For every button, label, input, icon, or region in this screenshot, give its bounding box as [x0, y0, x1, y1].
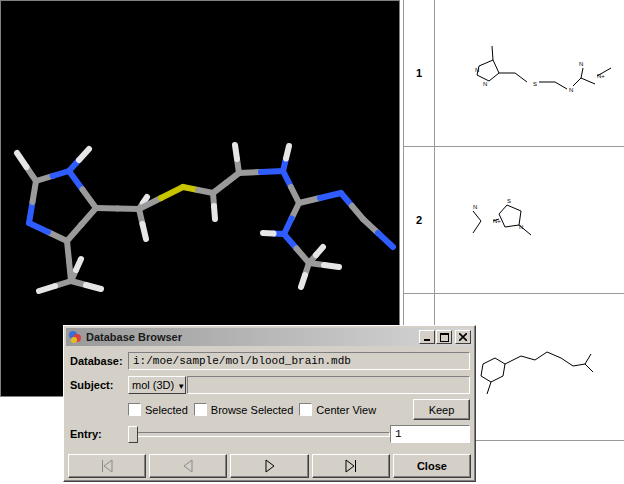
entry-slider[interactable] [128, 424, 390, 444]
title-bar[interactable]: Database Browser [66, 328, 473, 346]
close-button[interactable]: Close [393, 454, 471, 478]
close-window-button[interactable] [455, 330, 471, 344]
checkbox[interactable]: Browse Selected [194, 403, 294, 416]
next-button[interactable] [230, 454, 308, 478]
next-icon [262, 459, 278, 473]
entry-field[interactable]: 1 [390, 425, 470, 443]
structure-cell: N N S N N N+ [435, 0, 624, 146]
last-button[interactable] [312, 454, 390, 478]
subject-label: Subject: [70, 379, 128, 391]
checkbox[interactable]: Selected [128, 403, 188, 416]
svg-text:S: S [533, 81, 537, 87]
svg-text:N: N [473, 204, 477, 210]
svg-text:N: N [519, 224, 523, 230]
checkbox[interactable]: Center View [299, 403, 376, 416]
subject-field[interactable] [187, 376, 470, 394]
screen: 1 N N S N N N+ 2 S N N N+ Database Browser Database:i… [0, 0, 624, 484]
database-label: Database: [70, 355, 128, 367]
keep-button[interactable]: Keep [413, 399, 470, 420]
maximize-button[interactable] [436, 330, 452, 344]
first-icon [99, 459, 115, 473]
svg-text:N: N [483, 81, 487, 87]
subject-dropdown[interactable]: mol (3D) ▼ [128, 376, 186, 394]
first-button[interactable] [68, 454, 146, 478]
svg-text:N: N [475, 67, 479, 73]
checkbox-box [128, 403, 141, 416]
structure-icon: S N N N+ [435, 147, 623, 293]
close-icon [459, 333, 467, 341]
row-number: 2 [404, 147, 435, 293]
dialog-title: Database Browser [86, 331, 414, 343]
slider-thumb[interactable] [128, 426, 138, 443]
checkbox-box [194, 403, 207, 416]
minimize-icon [424, 339, 430, 341]
table-row[interactable]: 2 S N N N+ [404, 147, 624, 294]
structure-cell: S N N N+ [435, 147, 624, 293]
row-number: 1 [404, 0, 435, 146]
last-icon [343, 459, 359, 473]
minimize-button[interactable] [419, 330, 435, 344]
database-browser-dialog: Database Browser Database:i:/moe/sample/m… [63, 325, 476, 482]
table-row[interactable]: 1 N N S N N N+ [404, 0, 624, 147]
svg-text:S: S [507, 198, 511, 204]
structure-icon: N N S N N N+ [435, 0, 623, 146]
previous-button[interactable] [149, 454, 227, 478]
svg-text:N: N [569, 87, 573, 93]
app-icon [68, 330, 82, 344]
previous-icon [180, 459, 196, 473]
checkbox-box [299, 403, 312, 416]
svg-text:N+: N+ [597, 73, 605, 79]
database-field[interactable]: i:/moe/sample/mol/blood_brain.mdb [128, 352, 470, 370]
svg-text:N: N [579, 61, 583, 67]
svg-text:N+: N+ [493, 218, 501, 224]
maximize-icon [440, 333, 449, 342]
entry-label: Entry: [70, 428, 128, 440]
